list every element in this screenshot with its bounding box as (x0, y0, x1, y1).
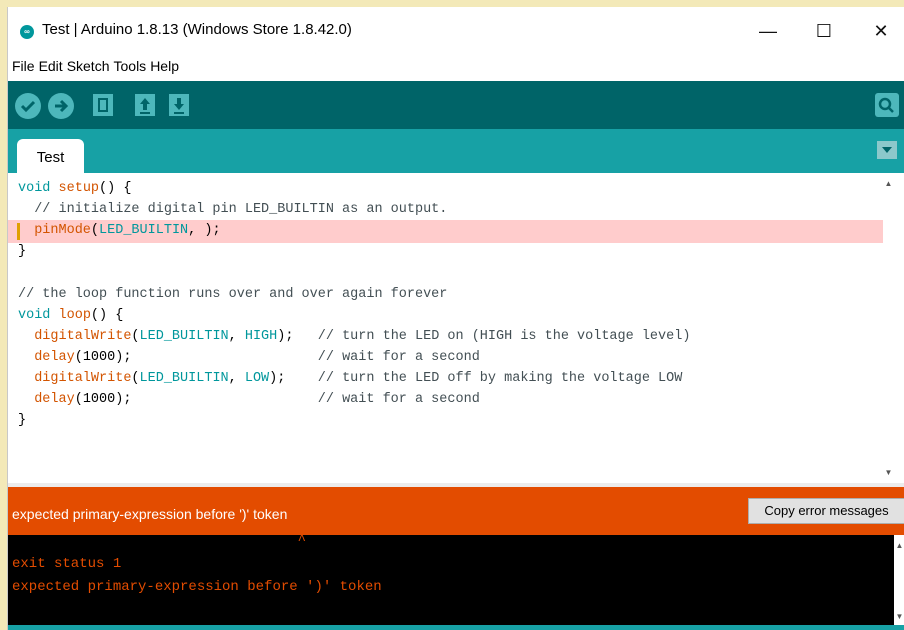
code-line: // the loop function runs over and over … (18, 284, 447, 305)
arrow-up-icon (140, 98, 150, 114)
maximize-button[interactable]: ☐ (804, 17, 844, 45)
scroll-down-icon[interactable]: ▼ (883, 468, 894, 477)
code-line: } (18, 410, 26, 431)
close-button[interactable]: ✕ (861, 17, 901, 45)
code-token: () { (90, 307, 124, 323)
checkmark-icon (20, 100, 36, 113)
menu-sketch[interactable]: Sketch (67, 51, 110, 81)
code-token: setup (58, 181, 100, 196)
code-token: ); (277, 328, 318, 344)
new-button[interactable] (93, 94, 113, 116)
console-line: ^ (12, 535, 307, 549)
code-token: ( (131, 370, 140, 386)
code-token: (1000); (74, 349, 318, 365)
error-message: expected primary-expression before ')' t… (12, 506, 288, 522)
menu-help[interactable]: Help (150, 51, 179, 81)
code-editor[interactable]: void setup() { // initialize digital pin… (8, 173, 894, 483)
code-token: , ); (188, 223, 221, 239)
upload-button[interactable] (48, 93, 74, 119)
code-token: // wait for a second (317, 349, 480, 365)
code-token: // the loop function runs over and over … (18, 286, 448, 302)
code-line: digitalWrite(LED_BUILTIN, LOW); // turn … (18, 368, 682, 389)
code-token: LED_BUILTIN (99, 223, 189, 239)
code-line: } (18, 241, 26, 262)
error-bar: expected primary-expression before ')' t… (8, 487, 904, 535)
code-token: HIGH (244, 328, 278, 344)
arrow-down-icon (174, 98, 184, 114)
code-token: , (228, 328, 245, 344)
code-token: void (18, 181, 59, 196)
console-line: exit status 1 (12, 556, 122, 572)
code-line: // initialize digital pin LED_BUILTIN as… (18, 199, 447, 220)
serial-monitor-button[interactable] (875, 93, 899, 117)
magnifier-icon (878, 97, 894, 113)
status-bar (8, 625, 904, 630)
code-token: pinMode (34, 223, 91, 239)
menu-file[interactable]: File (12, 51, 35, 81)
scroll-up-icon[interactable]: ▲ (883, 179, 894, 188)
scroll-up-icon[interactable]: ▲ (894, 541, 904, 550)
copy-error-messages-button[interactable]: Copy error messages (748, 498, 904, 524)
tab-menu-button[interactable] (877, 141, 897, 159)
code-token: ); (269, 370, 318, 386)
code-line: void loop() { (18, 305, 123, 326)
code-token: , (228, 370, 245, 386)
title-bar: ∞ Test | Arduino 1.8.13 (Windows Store 1… (8, 7, 904, 51)
code-line: delay(1000); // wait for a second (18, 347, 480, 368)
code-token: } (18, 244, 27, 260)
arduino-logo-icon: ∞ (20, 25, 34, 39)
code-token: () { (99, 181, 132, 196)
arduino-window: ∞ Test | Arduino 1.8.13 (Windows Store 1… (7, 7, 904, 630)
window-title: Test | Arduino 1.8.13 (Windows Store 1.8… (42, 21, 352, 38)
code-line: digitalWrite(LED_BUILTIN, HIGH); // turn… (18, 326, 690, 347)
toolbar (8, 81, 904, 129)
open-button[interactable] (135, 94, 155, 116)
code-token: void (18, 307, 59, 323)
menu-edit[interactable]: Edit (39, 51, 63, 81)
code-line: pinMode(LED_BUILTIN, ); (18, 220, 221, 241)
code-token: ( (90, 223, 100, 239)
code-token: // wait for a second (317, 392, 480, 407)
code-token: // turn the LED on (HIGH is the voltage … (317, 328, 691, 344)
code-token: (1000); (74, 392, 318, 407)
editor-scrollbar[interactable]: ▲ ▼ (883, 173, 894, 483)
console-scrollbar[interactable]: ▲ ▼ (894, 535, 904, 625)
code-line: void setup() { (18, 178, 131, 199)
code-token: delay (34, 392, 75, 407)
tab-test[interactable]: Test (17, 139, 84, 173)
triangle-down-icon (882, 147, 892, 153)
code-token: // initialize digital pin LED_BUILTIN as… (18, 202, 448, 218)
code-token: digitalWrite (34, 370, 132, 386)
code-token: LOW (244, 370, 270, 386)
code-token: ( (131, 328, 140, 344)
code-token: // turn the LED off by making the voltag… (317, 370, 683, 386)
code-token: loop (58, 307, 91, 323)
tab-bar: Test (8, 129, 904, 173)
minimize-button[interactable]: — (748, 17, 788, 45)
document-icon (98, 98, 108, 112)
arrow-right-icon (55, 99, 69, 113)
code-token: LED_BUILTIN (139, 328, 229, 344)
code-token: delay (34, 349, 75, 365)
code-token: LED_BUILTIN (139, 370, 229, 386)
code-token: } (18, 413, 27, 429)
code-line: delay(1000); // wait for a second (18, 389, 480, 410)
scroll-down-icon[interactable]: ▼ (894, 612, 904, 621)
console-line: expected primary-expression before ')' t… (12, 579, 382, 595)
verify-button[interactable] (15, 93, 41, 119)
console-output[interactable]: ^ exit status 1 expected primary-express… (8, 535, 904, 625)
code-token: digitalWrite (34, 328, 132, 344)
save-button[interactable] (169, 94, 189, 116)
menu-tools[interactable]: Tools (114, 51, 147, 81)
menu-bar: File Edit Sketch Tools Help (8, 51, 904, 81)
